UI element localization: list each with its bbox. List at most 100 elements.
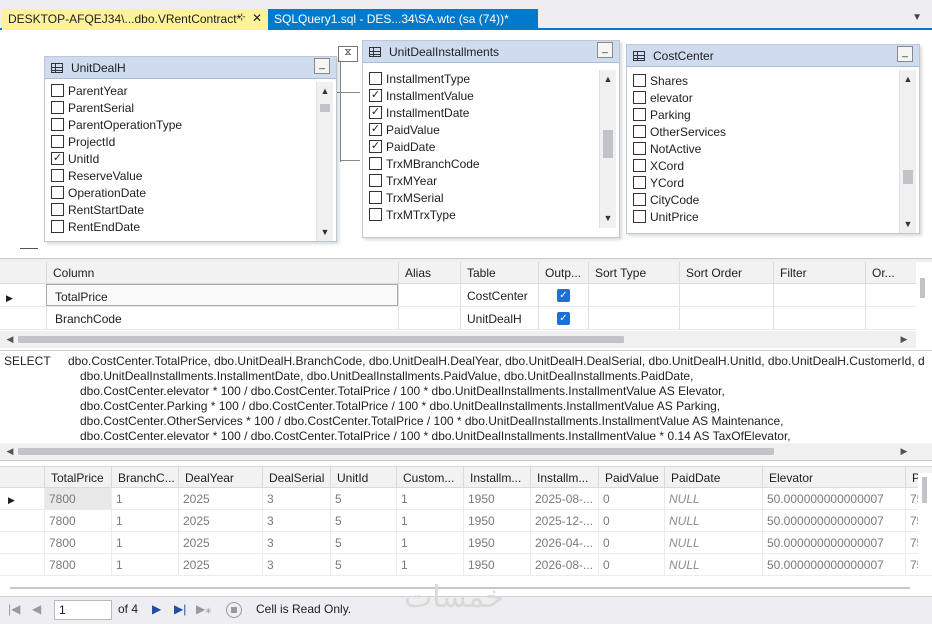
criteria-column-cell[interactable]: TotalPrice <box>46 284 398 306</box>
result-header[interactable]: DealYear <box>178 467 262 488</box>
table-cell[interactable]: 1950 <box>463 488 530 509</box>
minimize-icon[interactable]: _ <box>597 42 613 58</box>
tab-overflow-icon[interactable]: ▼ <box>912 12 922 23</box>
scroll-thumb[interactable] <box>18 448 774 455</box>
minimize-icon[interactable]: _ <box>897 46 913 62</box>
table-unitdealh[interactable]: UnitDealH _ ParentYear ParentSerial Parent… <box>44 56 337 242</box>
table-cell[interactable]: 3 <box>262 532 330 553</box>
criteria-output-cell[interactable]: ✓ <box>538 284 588 306</box>
checkbox-icon[interactable] <box>633 193 646 206</box>
checked-checkbox-icon[interactable]: ✓ <box>51 152 64 165</box>
results-vscrollbar[interactable] <box>918 473 932 573</box>
table-unitdealinstallments[interactable]: UnitDealInstallments _ InstallmentType ✓ I… <box>362 40 620 238</box>
column-header-sort-type[interactable]: Sort Type <box>588 262 679 284</box>
checkbox-icon[interactable] <box>51 118 64 131</box>
checked-checkbox-icon[interactable]: ✓ <box>369 106 382 119</box>
table-cell[interactable]: 7800 <box>44 488 111 509</box>
table-cell[interactable]: 0 <box>598 532 664 553</box>
new-record-icon[interactable]: ▶⁎ <box>196 602 211 616</box>
table-cell[interactable]: 2025 <box>178 532 262 553</box>
table-column-row[interactable]: ReserveValue <box>45 167 336 184</box>
table-column-row[interactable]: ParentYear <box>45 82 336 99</box>
column-header-or[interactable]: Or... <box>865 262 916 284</box>
criteria-pane[interactable]: Column Alias Table Outp... Sort Type Sor… <box>0 262 932 348</box>
relationship-line[interactable] <box>340 52 341 162</box>
result-header[interactable]: BranchC... <box>111 467 178 488</box>
table-row[interactable]: 7800 1 2025 3 5 1 1950 2025-12-... 0 NULL 50.00000… <box>0 510 932 532</box>
checkbox-icon[interactable] <box>51 220 64 233</box>
next-record-icon[interactable]: ▶ <box>152 602 161 616</box>
table-column-row[interactable]: ✓ InstallmentValue <box>363 87 619 104</box>
table-cell[interactable]: 7800 <box>44 510 111 531</box>
table-cell[interactable]: 1 <box>396 532 463 553</box>
criteria-sort-type-cell[interactable] <box>588 284 679 306</box>
column-header-column[interactable]: Column <box>46 262 398 284</box>
row-selector[interactable]: ▶ <box>0 284 46 306</box>
column-header-alias[interactable]: Alias <box>398 262 460 284</box>
result-header[interactable]: PaidValue <box>598 467 664 488</box>
checkbox-icon[interactable] <box>369 208 382 221</box>
column-header-output[interactable]: Outp... <box>538 262 588 284</box>
table-cell[interactable]: 0 <box>598 488 664 509</box>
table-cell[interactable]: 1950 <box>463 510 530 531</box>
table-cell[interactable]: 50.000000000000007 <box>762 532 905 553</box>
criteria-sort-type-cell[interactable] <box>588 307 679 329</box>
table-row[interactable]: ▶ 7800 1 2025 3 5 1 1950 2025-08-... 0 NULL 50.0000… <box>0 488 932 510</box>
table-cell[interactable]: 5 <box>330 554 396 575</box>
table-cell[interactable]: 2025 <box>178 554 262 575</box>
criteria-hscrollbar[interactable]: ◀ ▶ <box>0 331 916 348</box>
table-cell[interactable]: 2025 <box>178 510 262 531</box>
first-record-icon[interactable]: |◀ <box>8 602 20 616</box>
result-header[interactable]: Elevator <box>762 467 905 488</box>
column-header-table[interactable]: Table <box>460 262 538 284</box>
checkbox-icon[interactable] <box>633 91 646 104</box>
scroll-right-icon[interactable]: ▶ <box>896 443 912 460</box>
criteria-vscrollbar[interactable] <box>916 274 930 330</box>
table-scrollbar[interactable]: ▲ ▼ <box>599 70 616 228</box>
result-header[interactable]: DealSerial <box>262 467 330 488</box>
criteria-column-cell[interactable]: BranchCode <box>46 307 398 329</box>
join-icon[interactable]: ⧖ <box>338 46 358 62</box>
table-row[interactable]: 7800 1 2025 3 5 1 1950 2026-08-... 0 NULL 50.00000… <box>0 554 932 576</box>
sql-hscrollbar[interactable]: ◀ ▶ <box>0 443 932 460</box>
close-icon[interactable]: ✕ <box>252 11 262 25</box>
minimize-icon[interactable]: _ <box>314 58 330 74</box>
table-column-row[interactable]: ✓ PaidValue <box>363 121 619 138</box>
checked-checkbox-icon[interactable]: ✓ <box>369 89 382 102</box>
table-column-row[interactable]: Shares <box>627 72 919 89</box>
table-column-row[interactable]: ParentOperationType <box>45 116 336 133</box>
checkbox-icon[interactable] <box>51 101 64 114</box>
checkbox-icon[interactable] <box>51 169 64 182</box>
scroll-thumb[interactable] <box>603 130 613 158</box>
table-cell[interactable]: 1 <box>396 488 463 509</box>
checkbox-icon[interactable] <box>51 84 64 97</box>
table-column-row[interactable]: RentStartDate <box>45 201 336 218</box>
scroll-thumb[interactable] <box>903 170 913 184</box>
checked-checkbox-icon[interactable]: ✓ <box>369 123 382 136</box>
previous-record-icon[interactable]: ◀ <box>32 602 41 616</box>
table-header[interactable]: UnitDealH _ <box>45 57 336 79</box>
scroll-thumb[interactable] <box>920 278 925 298</box>
table-cell[interactable]: 3 <box>262 488 330 509</box>
checkbox-icon[interactable] <box>633 210 646 223</box>
table-cell[interactable]: 2025-12-... <box>530 510 598 531</box>
table-cell[interactable]: 5 <box>330 532 396 553</box>
checkbox-icon[interactable] <box>51 135 64 148</box>
pin-icon[interactable]: ⊹ <box>238 12 246 23</box>
criteria-row[interactable]: BranchCode UnitDealH ✓ <box>0 307 916 330</box>
table-cell[interactable]: NULL <box>664 554 762 575</box>
table-column-row[interactable]: CityCode <box>627 191 919 208</box>
row-selector[interactable] <box>0 532 44 553</box>
stop-icon[interactable] <box>226 602 242 618</box>
table-column-row[interactable]: ✓ UnitId <box>45 150 336 167</box>
table-cell[interactable]: 1 <box>396 554 463 575</box>
criteria-or-cell[interactable] <box>865 307 916 329</box>
table-column-row[interactable]: YCord <box>627 174 919 191</box>
table-cell[interactable]: 7800 <box>44 554 111 575</box>
checkbox-icon[interactable] <box>369 174 382 187</box>
table-cell[interactable]: 7800 <box>44 532 111 553</box>
last-record-icon[interactable]: ▶| <box>174 602 186 616</box>
table-cell[interactable]: 1 <box>111 510 178 531</box>
table-column-row[interactable]: TrxMSerial <box>363 189 619 206</box>
criteria-or-cell[interactable] <box>865 284 916 306</box>
